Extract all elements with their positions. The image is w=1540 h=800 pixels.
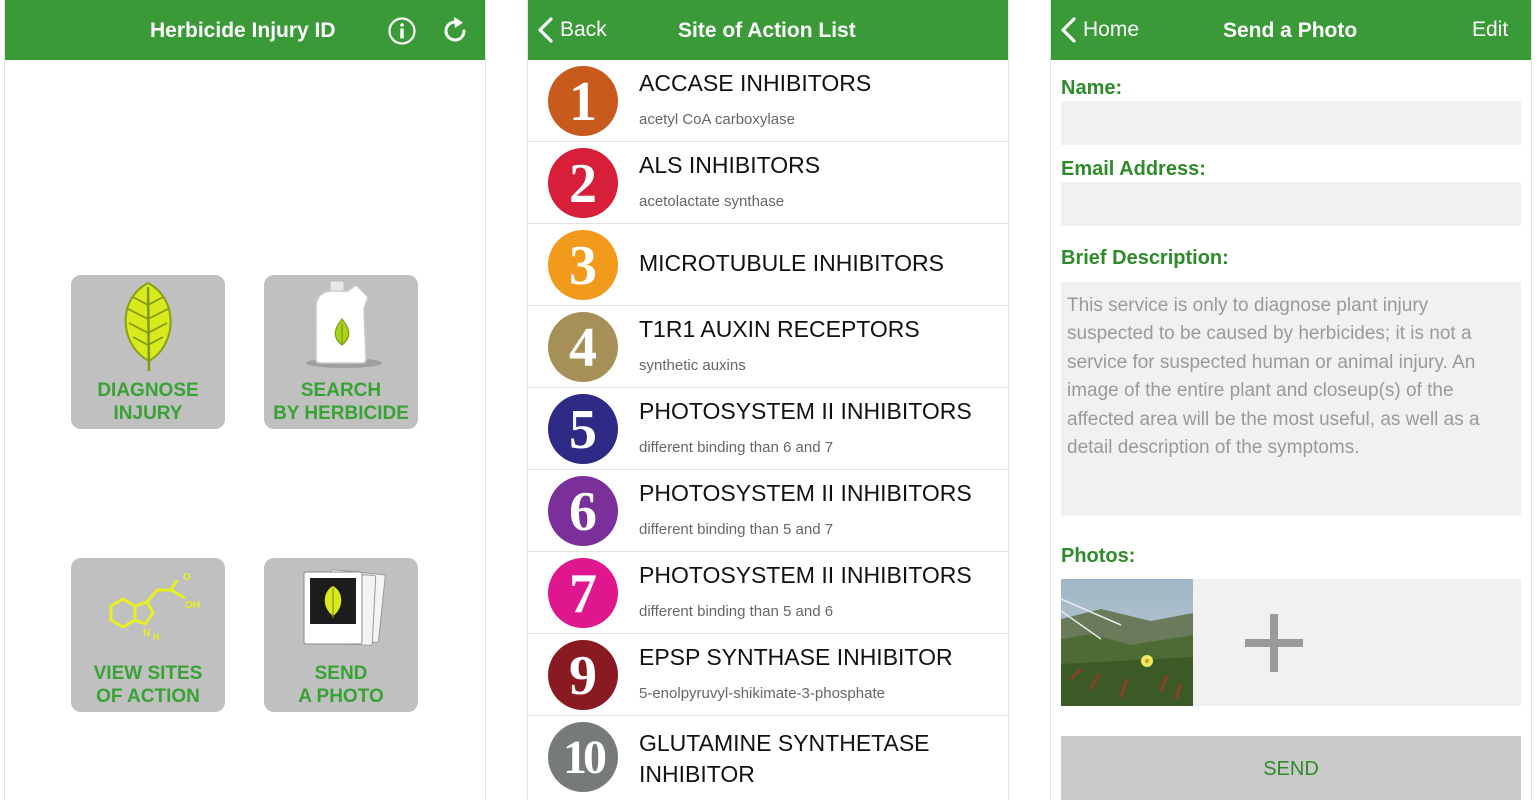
- info-icon[interactable]: [387, 16, 417, 46]
- back-button[interactable]: Back: [536, 0, 607, 60]
- refresh-icon[interactable]: [439, 15, 471, 47]
- molecule-oh-label: OH: [185, 600, 200, 611]
- home-button[interactable]: Home: [1059, 0, 1139, 60]
- soa-item-name: PHOTOSYSTEM II INHIBITORS: [639, 562, 972, 588]
- soa-number-badge: 6: [548, 476, 618, 546]
- soa-item-name: EPSP SYNTHASE INHIBITOR: [639, 644, 953, 670]
- soa-number-badge: 4: [548, 312, 618, 382]
- search-by-herbicide-label: SEARCH BY HERBICIDE: [264, 379, 418, 425]
- chevron-left-icon: [1061, 17, 1076, 43]
- soa-item-subtitle: different binding than 5 and 6: [639, 603, 834, 620]
- soa-list-item[interactable]: 1 ACCASE INHIBITORS acetyl CoA carboxyla…: [528, 60, 1008, 142]
- soa-item-subtitle: acetolactate synthase: [639, 193, 785, 210]
- description-label: Brief Description:: [1061, 247, 1229, 269]
- photos-icon: [303, 569, 386, 646]
- soa-list-item[interactable]: 3 MICROTUBULE INHIBITORS: [528, 224, 1008, 306]
- soa-item-name: ALS INHIBITORS: [639, 152, 821, 178]
- edit-button[interactable]: Edit: [1472, 0, 1508, 60]
- svg-text:N: N: [143, 628, 150, 639]
- chevron-left-icon: [538, 17, 553, 43]
- soa-number-badge: 5: [548, 394, 618, 464]
- home-label: Home: [1083, 18, 1140, 41]
- tile-label-line: DIAGNOSE: [97, 380, 199, 401]
- svg-text:H: H: [153, 632, 160, 642]
- tile-label-line: BY HERBICIDE: [273, 403, 409, 424]
- soa-number-badge: 10: [548, 722, 618, 792]
- soa-item-subtitle: 5-enolpyruvyl-shikimate-3-phosphate: [639, 685, 885, 702]
- add-photo-icon[interactable]: [1243, 612, 1305, 674]
- send-button[interactable]: SEND: [1061, 736, 1521, 800]
- soa-number-badge: 1: [548, 66, 618, 136]
- tile-label-line: INJURY: [113, 403, 183, 424]
- soa-item-name: PHOTOSYSTEM II INHIBITORS: [639, 480, 972, 506]
- name-label: Name:: [1061, 77, 1123, 99]
- soa-item-name: MICROTUBULE INHIBITORS: [639, 250, 944, 276]
- send-photo-screen: Home Send a Photo Edit Name: Email Addre…: [1051, 0, 1531, 800]
- home-title: Herbicide Injury ID: [150, 19, 336, 42]
- soa-list-item[interactable]: 5 PHOTOSYSTEM II INHIBITORS different bi…: [528, 388, 1008, 470]
- soa-title: Site of Action List: [678, 19, 856, 42]
- tile-label-line: SEND: [314, 663, 368, 684]
- photo-thumbnail[interactable]: [1061, 579, 1193, 706]
- molecule-icon: O OH N H: [109, 572, 200, 642]
- soa-list-item[interactable]: 10 GLUTAMINE SYNTHETASE INHIBITOR: [528, 716, 1008, 800]
- soa-item-subtitle: different binding than 6 and 7: [639, 439, 834, 456]
- soa-number-badge: 7: [548, 558, 618, 628]
- soa-item-name: T1R1 AUXIN RECEPTORS: [639, 316, 920, 342]
- home-screen: Herbicide Injury ID DIAGNOSE INJURY SEAR…: [5, 0, 485, 800]
- soa-list-item[interactable]: 2 ALS INHIBITORS acetolactate synthase: [528, 142, 1008, 224]
- soa-list-item[interactable]: 7 PHOTOSYSTEM II INHIBITORS different bi…: [528, 552, 1008, 634]
- soa-item-name: GLUTAMINE SYNTHETASE INHIBITOR: [639, 730, 930, 787]
- photos-label: Photos:: [1061, 545, 1136, 567]
- view-sites-of-action-tile[interactable]: O OH N H VIEW SITES OF ACTION: [71, 558, 225, 712]
- send-a-photo-label: SEND A PHOTO: [264, 662, 418, 708]
- description-placeholder: This service is only to diagnose plant i…: [1067, 295, 1480, 459]
- soa-list-item[interactable]: 4 T1R1 AUXIN RECEPTORS synthetic auxins: [528, 306, 1008, 388]
- soa-item-subtitle: synthetic auxins: [639, 357, 746, 374]
- soa-number-badge: 9: [548, 640, 618, 710]
- back-label: Back: [560, 18, 607, 41]
- soa-number-badge: 3: [548, 230, 618, 300]
- home-navbar: Herbicide Injury ID: [5, 0, 485, 60]
- soa-item-name: PHOTOSYSTEM II INHIBITORS: [639, 398, 972, 424]
- search-by-herbicide-tile[interactable]: SEARCH BY HERBICIDE: [264, 275, 418, 429]
- soa-list-item[interactable]: 6 PHOTOSYSTEM II INHIBITORS different bi…: [528, 470, 1008, 552]
- soa-number-badge: 2: [548, 148, 618, 218]
- soa-navbar: Back Site of Action List: [528, 0, 1008, 60]
- diagnose-injury-label: DIAGNOSE INJURY: [71, 379, 225, 425]
- soa-list-item[interactable]: 9 EPSP SYNTHASE INHIBITOR 5-enolpyruvyl-…: [528, 634, 1008, 716]
- soa-item-subtitle: acetyl CoA carboxylase: [639, 111, 795, 128]
- site-of-action-screen: Back Site of Action List 1 ACCASE INHIBI…: [528, 0, 1008, 800]
- soa-item-name: ACCASE INHIBITORS: [639, 70, 872, 96]
- view-sites-of-action-label: VIEW SITES OF ACTION: [71, 662, 225, 708]
- soa-item-subtitle: different binding than 5 and 7: [639, 521, 834, 538]
- email-field[interactable]: [1061, 182, 1521, 226]
- photo-title: Send a Photo: [1223, 19, 1358, 42]
- leaf-icon: [124, 281, 172, 372]
- svg-text:O: O: [183, 572, 191, 583]
- photo-navbar: Home Send a Photo Edit: [1051, 0, 1531, 60]
- tile-label-line: A PHOTO: [298, 686, 384, 707]
- tile-label-line: VIEW SITES: [93, 663, 203, 684]
- tile-label-line: OF ACTION: [96, 686, 200, 707]
- tile-label-line: SEARCH: [300, 380, 382, 401]
- diagnose-injury-tile[interactable]: DIAGNOSE INJURY: [71, 275, 225, 429]
- email-label: Email Address:: [1061, 158, 1206, 180]
- name-field[interactable]: [1061, 101, 1521, 145]
- send-a-photo-tile[interactable]: SEND A PHOTO: [264, 558, 418, 712]
- herbicide-jug-icon: [306, 280, 382, 368]
